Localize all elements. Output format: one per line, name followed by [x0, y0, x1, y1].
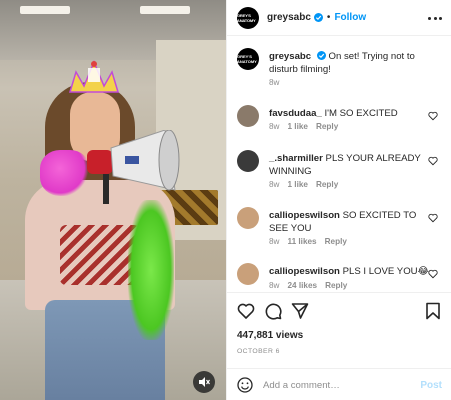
comment-meta: 8w 1 like Reply	[269, 180, 338, 189]
green-boa	[128, 200, 174, 340]
separator-dot: •	[326, 12, 331, 23]
share-icon[interactable]	[291, 302, 309, 320]
emoji-icon[interactable]	[237, 377, 253, 393]
heart-icon[interactable]	[428, 269, 438, 279]
comment-age: 8w	[269, 122, 280, 131]
comment-meta: 8w 1 like Reply	[269, 122, 338, 131]
comment-item: calliopeswilson SO EXCITED TO SEE YOU 8w…	[237, 207, 442, 255]
commenter-avatar[interactable]	[237, 207, 259, 229]
comment-item: calliopeswilson PLS I LOVE YOU😂 8w 24 lik…	[237, 263, 442, 292]
comment-icon[interactable]	[264, 302, 282, 320]
comment-text-block: calliopeswilson SO EXCITED TO SEE YOU	[269, 209, 429, 235]
post-caption: GREY'S ANATOMY greysabc On set! Trying n…	[237, 48, 442, 88]
caption-username[interactable]: greysabc	[269, 51, 311, 62]
heart-icon[interactable]	[428, 213, 438, 223]
more-options-icon[interactable]	[428, 11, 442, 25]
post-header: GREY'S ANATOMY greysabc • Follow	[227, 0, 451, 36]
view-count[interactable]: 447,881 views	[237, 330, 303, 341]
comment-meta: 8w 24 likes Reply	[269, 281, 347, 290]
comment-text-block: _.sharmiller PLS YOUR ALREADY WINNING	[269, 152, 429, 178]
post-actions: 447,881 views OCTOBER 6 Post	[227, 292, 451, 400]
commenter-avatar[interactable]	[237, 150, 259, 172]
pink-boa	[40, 150, 90, 196]
author-username[interactable]: greysabc	[267, 12, 311, 23]
post-dialog: GREY'S ANATOMY greysabc • Follow GREY'S …	[0, 0, 451, 400]
comment-age: 8w	[269, 281, 280, 290]
mute-button[interactable]	[193, 371, 215, 393]
comment-text: PLS I LOVE YOU😂	[342, 266, 429, 277]
reply-button[interactable]: Reply	[325, 237, 347, 246]
like-heart-icon[interactable]	[237, 302, 255, 320]
comment-likes[interactable]: 1 like	[287, 180, 308, 189]
comment-likes[interactable]: 11 likes	[287, 237, 316, 246]
comment-age: 8w	[269, 237, 280, 246]
comment-username[interactable]: _.sharmiller	[269, 153, 323, 164]
avatar-logo-text: GREY'S ANATOMY	[237, 12, 256, 23]
caption-age: 8w	[269, 78, 280, 87]
heart-icon[interactable]	[428, 156, 438, 166]
post-video[interactable]	[0, 0, 226, 400]
comment-age: 8w	[269, 180, 280, 189]
post-date[interactable]: OCTOBER 6	[237, 348, 280, 355]
comments-list[interactable]: GREY'S ANATOMY greysabc On set! Trying n…	[227, 37, 451, 292]
comment-item: favsdudaa_ I'M SO EXCITED 8w 1 like Reply	[237, 105, 442, 145]
commenter-avatar[interactable]	[237, 105, 259, 127]
bookmark-icon[interactable]	[424, 302, 442, 320]
caption-avatar[interactable]: GREY'S ANATOMY	[237, 48, 259, 70]
scene-light	[20, 6, 70, 14]
reply-button[interactable]: Reply	[325, 281, 347, 290]
follow-button[interactable]: Follow	[334, 12, 366, 23]
verified-badge-icon	[313, 13, 323, 22]
megaphone	[87, 130, 180, 204]
comment-text: I'M SO EXCITED	[324, 108, 398, 119]
verified-badge-icon	[316, 51, 326, 60]
commenter-avatar[interactable]	[237, 263, 259, 285]
reply-button[interactable]: Reply	[316, 180, 338, 189]
author-avatar[interactable]: GREY'S ANATOMY	[237, 6, 259, 29]
comment-meta: 8w 11 likes Reply	[269, 237, 347, 246]
comment-username[interactable]: calliopeswilson	[269, 266, 340, 277]
comment-text-block: favsdudaa_ I'M SO EXCITED	[269, 107, 429, 120]
add-comment-input[interactable]	[263, 379, 421, 391]
comment-item: _.sharmiller PLS YOUR ALREADY WINNING 8w…	[237, 150, 442, 198]
caption-text-block: greysabc On set! Trying not to disturb f…	[269, 50, 429, 76]
reply-button[interactable]: Reply	[316, 122, 338, 131]
scene-light	[140, 6, 190, 14]
comment-text-block: calliopeswilson PLS I LOVE YOU😂	[269, 265, 429, 278]
post-panel: GREY'S ANATOMY greysabc • Follow GREY'S …	[226, 0, 451, 400]
add-comment-bar: Post	[227, 368, 451, 400]
comment-likes[interactable]: 24 likes	[287, 281, 317, 290]
avatar-logo-text: GREY'S ANATOMY	[237, 54, 257, 64]
comment-username[interactable]: calliopeswilson	[269, 210, 340, 221]
post-comment-button[interactable]: Post	[420, 380, 442, 391]
party-crown	[68, 60, 120, 93]
heart-icon[interactable]	[428, 111, 438, 121]
mute-icon	[199, 377, 210, 387]
comment-likes[interactable]: 1 like	[287, 122, 308, 131]
comment-username[interactable]: favsdudaa_	[269, 108, 322, 119]
